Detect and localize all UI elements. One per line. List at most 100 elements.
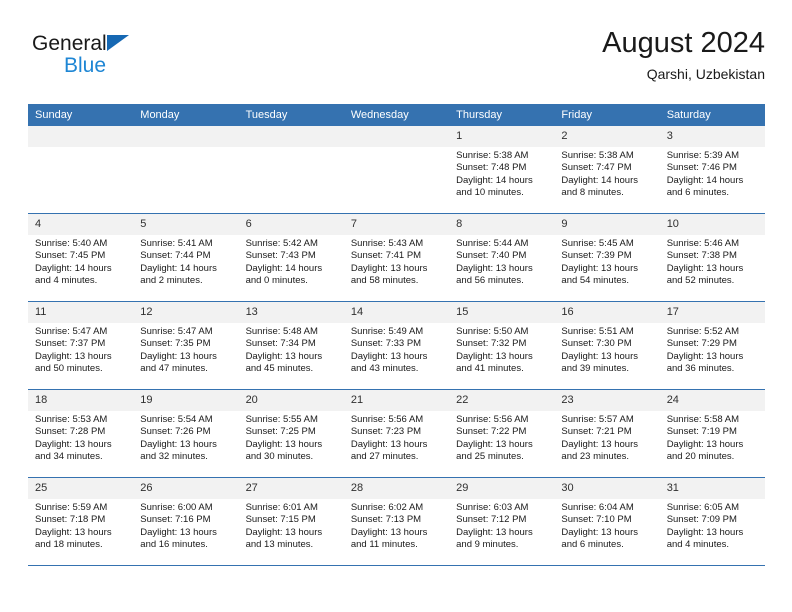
calendar-day-cell[interactable]: 7 Sunrise: 5:43 AM Sunset: 7:41 PM Daylight…: [343, 213, 450, 302]
calendar-day-cell[interactable]: 11 Sunrise: 5:47 AM Sunset: 7:37 PM Dayligh…: [28, 301, 134, 390]
calendar-day-cell[interactable]: 10 Sunrise: 5:46 AM Sunset: 7:38 PM Dayligh…: [659, 213, 765, 302]
calendar-day-cell[interactable]: 27 Sunrise: 6:01 AM Sunset: 7:15 PM Dayligh…: [238, 477, 344, 566]
calendar-day-cell[interactable]: 22 Sunrise: 5:56 AM Sunset: 7:22 PM Dayligh…: [449, 389, 555, 478]
calendar-day-cell[interactable]: 4 Sunrise: 5:40 AM Sunset: 7:45 PM Daylight…: [28, 213, 134, 302]
sunset-text: Sunset: 7:10 PM: [561, 514, 632, 526]
day-number: [238, 126, 344, 147]
calendar-day-cell[interactable]: 18 Sunrise: 5:53 AM Sunset: 7:28 PM Dayligh…: [28, 389, 134, 478]
sunset-text: Sunset: 7:33 PM: [350, 338, 422, 350]
daylight-text: Daylight: 13 hours and 41 minutes.: [456, 350, 533, 375]
day-number: 31: [659, 478, 765, 499]
calendar-day-cell[interactable]: 5 Sunrise: 5:41 AM Sunset: 7:44 PM Daylight…: [133, 213, 239, 302]
calendar-day-cell[interactable]: 9 Sunrise: 5:45 AM Sunset: 7:39 PM Daylight…: [554, 213, 660, 302]
calendar-week-row: 18 Sunrise: 5:53 AM Sunset: 7:28 PM Dayligh…: [28, 389, 765, 478]
day-details: Sunrise: 6:03 AM Sunset: 7:12 PM Daylight:…: [449, 499, 554, 552]
day-number: 12: [133, 302, 239, 323]
sunrise-text: Sunrise: 5:56 AM: [350, 414, 424, 425]
sunrise-text: Sunrise: 5:47 AM: [35, 326, 108, 337]
day-details: Sunrise: 6:01 AM Sunset: 7:15 PM Daylight:…: [239, 499, 344, 552]
sunrise-text: Sunrise: 5:51 AM: [561, 326, 634, 337]
calendar-day-cell[interactable]: 2 Sunrise: 5:38 AM Sunset: 7:47 PM Daylight…: [554, 126, 660, 214]
sunset-text: Sunset: 7:26 PM: [140, 426, 211, 438]
calendar-day-cell[interactable]: 23 Sunrise: 5:57 AM Sunset: 7:21 PM Dayligh…: [554, 389, 660, 478]
sunset-text: Sunset: 7:46 PM: [666, 162, 737, 174]
calendar-day-cell[interactable]: 6 Sunrise: 5:42 AM Sunset: 7:43 PM Daylight…: [238, 213, 344, 302]
calendar-day-cell[interactable]: 25 Sunrise: 5:59 AM Sunset: 7:18 PM Dayligh…: [28, 477, 134, 566]
sunset-text: Sunset: 7:37 PM: [35, 338, 106, 350]
calendar-day-cell[interactable]: 13 Sunrise: 5:48 AM Sunset: 7:34 PM Dayligh…: [238, 301, 344, 390]
day-number: 13: [238, 302, 344, 323]
sunrise-text: Sunrise: 5:54 AM: [140, 414, 213, 425]
sunrise-text: Sunrise: 6:05 AM: [666, 502, 740, 513]
weekday-header-thursday: Thursday: [449, 104, 555, 126]
sunset-text: Sunset: 7:13 PM: [350, 514, 422, 526]
sunrise-text: Sunrise: 5:57 AM: [561, 414, 634, 425]
day-details: Sunrise: 5:55 AM Sunset: 7:25 PM Daylight:…: [239, 411, 344, 464]
day-details: Sunrise: 5:56 AM Sunset: 7:23 PM Daylight:…: [344, 411, 449, 464]
daylight-text: Daylight: 13 hours and 25 minutes.: [456, 438, 533, 463]
page-header: General Blue August 2024 Qarshi, Uzbekis…: [28, 26, 765, 98]
calendar-day-cell[interactable]: 30 Sunrise: 6:04 AM Sunset: 7:10 PM Dayligh…: [554, 477, 660, 566]
daylight-text: Daylight: 13 hours and 47 minutes.: [140, 350, 217, 375]
sunrise-text: Sunrise: 5:53 AM: [35, 414, 108, 425]
calendar-day-cell[interactable]: 19 Sunrise: 5:54 AM Sunset: 7:26 PM Dayligh…: [133, 389, 239, 478]
day-details: Sunrise: 5:59 AM Sunset: 7:18 PM Daylight:…: [28, 499, 133, 552]
day-details: Sunrise: 5:48 AM Sunset: 7:34 PM Daylight:…: [239, 323, 344, 376]
sunset-text: Sunset: 7:19 PM: [666, 426, 737, 438]
calendar-day-cell[interactable]: 16 Sunrise: 5:51 AM Sunset: 7:30 PM Dayligh…: [554, 301, 660, 390]
sunset-text: Sunset: 7:41 PM: [350, 250, 422, 262]
sunset-text: Sunset: 7:29 PM: [666, 338, 737, 350]
daylight-text: Daylight: 14 hours and 6 minutes.: [666, 174, 744, 199]
sunset-text: Sunset: 7:16 PM: [140, 514, 211, 526]
calendar-day-cell[interactable]: 1 Sunrise: 5:38 AM Sunset: 7:48 PM Daylight…: [449, 126, 555, 214]
day-number: 11: [28, 302, 134, 323]
day-details: Sunrise: 5:45 AM Sunset: 7:39 PM Daylight:…: [554, 235, 659, 288]
calendar-day-cell[interactable]: 26 Sunrise: 6:00 AM Sunset: 7:16 PM Dayligh…: [133, 477, 239, 566]
sunset-text: Sunset: 7:40 PM: [456, 250, 527, 262]
sunrise-text: Sunrise: 5:44 AM: [456, 238, 529, 249]
sunrise-text: Sunrise: 5:55 AM: [245, 414, 318, 425]
brand-text-general: General: [32, 32, 107, 55]
daylight-text: Daylight: 13 hours and 27 minutes.: [350, 438, 428, 463]
sunset-text: Sunset: 7:22 PM: [456, 426, 527, 438]
sunrise-text: Sunrise: 5:39 AM: [666, 150, 740, 161]
sunrise-text: Sunrise: 5:49 AM: [350, 326, 424, 337]
calendar-day-cell[interactable]: 29 Sunrise: 6:03 AM Sunset: 7:12 PM Dayligh…: [449, 477, 555, 566]
sunrise-text: Sunrise: 6:04 AM: [561, 502, 634, 513]
brand-name-primary: General: [32, 32, 252, 55]
day-details: Sunrise: 6:00 AM Sunset: 7:16 PM Daylight:…: [133, 499, 238, 552]
calendar-day-cell[interactable]: 8 Sunrise: 5:44 AM Sunset: 7:40 PM Daylight…: [449, 213, 555, 302]
daylight-text: Daylight: 13 hours and 11 minutes.: [350, 526, 428, 551]
sunset-text: Sunset: 7:30 PM: [561, 338, 632, 350]
calendar-day-cell[interactable]: 14 Sunrise: 5:49 AM Sunset: 7:33 PM Dayligh…: [343, 301, 450, 390]
calendar-day-cell[interactable]: 3 Sunrise: 5:39 AM Sunset: 7:46 PM Daylight…: [659, 126, 765, 214]
daylight-text: Daylight: 13 hours and 32 minutes.: [140, 438, 217, 463]
daylight-text: Daylight: 13 hours and 43 minutes.: [350, 350, 428, 375]
day-details: Sunrise: 5:46 AM Sunset: 7:38 PM Daylight:…: [660, 235, 765, 288]
calendar-day-cell[interactable]: 28 Sunrise: 6:02 AM Sunset: 7:13 PM Dayligh…: [343, 477, 450, 566]
day-details: Sunrise: 5:52 AM Sunset: 7:29 PM Daylight:…: [660, 323, 765, 376]
calendar-day-cell[interactable]: 31 Sunrise: 6:05 AM Sunset: 7:09 PM Dayligh…: [659, 477, 765, 566]
calendar-day-cell[interactable]: 17 Sunrise: 5:52 AM Sunset: 7:29 PM Dayligh…: [659, 301, 765, 390]
sunset-text: Sunset: 7:18 PM: [35, 514, 106, 526]
day-number: 22: [449, 390, 555, 411]
calendar-day-cell[interactable]: 21 Sunrise: 5:56 AM Sunset: 7:23 PM Dayligh…: [343, 389, 450, 478]
calendar-day-cell[interactable]: 15 Sunrise: 5:50 AM Sunset: 7:32 PM Dayligh…: [449, 301, 555, 390]
calendar-day-cell[interactable]: 12 Sunrise: 5:47 AM Sunset: 7:35 PM Dayligh…: [133, 301, 239, 390]
calendar-header-row: Sunday Monday Tuesday Wednesday Thursday…: [28, 104, 765, 126]
day-number: 17: [659, 302, 765, 323]
day-number: 24: [659, 390, 765, 411]
day-details: Sunrise: 5:50 AM Sunset: 7:32 PM Daylight:…: [449, 323, 554, 376]
sunrise-text: Sunrise: 5:59 AM: [35, 502, 108, 513]
weekday-header-wednesday: Wednesday: [343, 104, 450, 126]
day-details: Sunrise: 5:47 AM Sunset: 7:35 PM Daylight:…: [133, 323, 238, 376]
day-number: 9: [554, 214, 660, 235]
sunset-text: Sunset: 7:15 PM: [245, 514, 316, 526]
calendar-day-cell[interactable]: 24 Sunrise: 5:58 AM Sunset: 7:19 PM Dayligh…: [659, 389, 765, 478]
sunrise-text: Sunrise: 6:03 AM: [456, 502, 529, 513]
calendar-day-cell[interactable]: 20 Sunrise: 5:55 AM Sunset: 7:25 PM Dayligh…: [238, 389, 344, 478]
day-number: 15: [449, 302, 555, 323]
daylight-text: Daylight: 13 hours and 52 minutes.: [666, 262, 744, 287]
sunset-text: Sunset: 7:43 PM: [245, 250, 316, 262]
day-number: 23: [554, 390, 660, 411]
